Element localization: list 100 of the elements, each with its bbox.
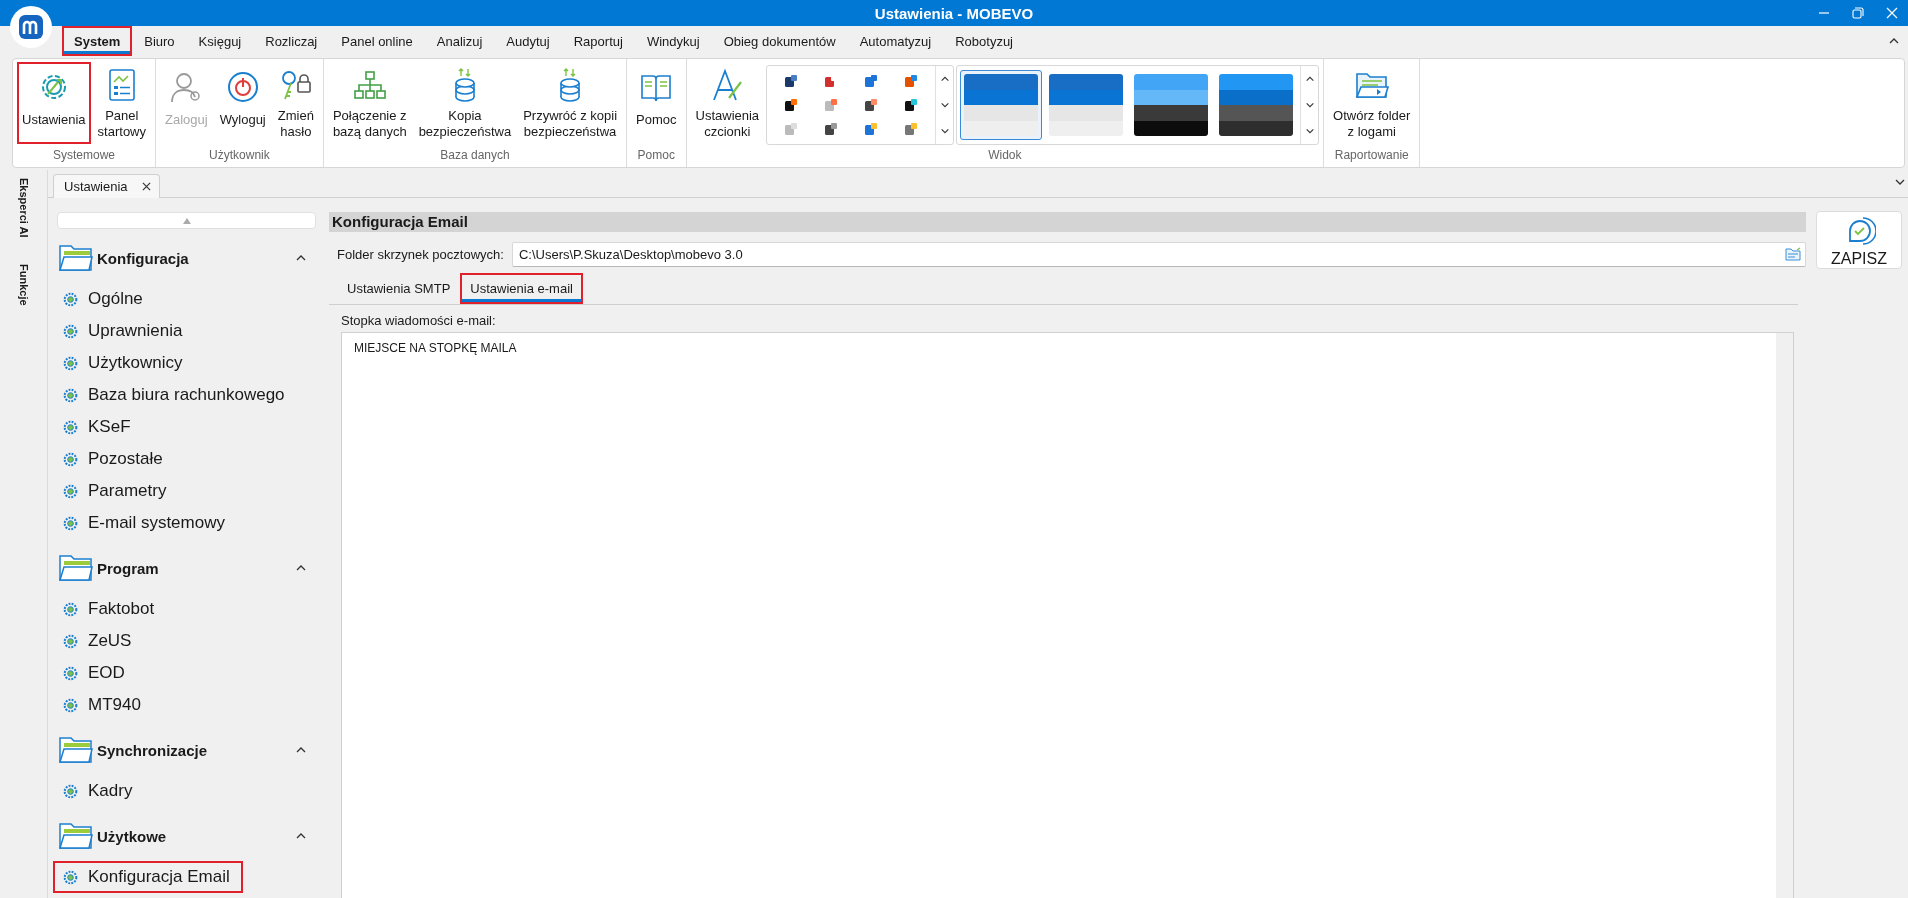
field-label: Stopka wiadomości e-mail: bbox=[341, 313, 497, 328]
section-header: Konfiguracja Email bbox=[329, 212, 1806, 232]
nav-item[interactable]: ZeUS bbox=[53, 625, 319, 657]
style-icon[interactable] bbox=[904, 98, 919, 112]
side-tab[interactable]: Eksperci AI bbox=[17, 178, 30, 238]
folder-icon bbox=[59, 244, 93, 272]
theme-swatch[interactable] bbox=[960, 70, 1043, 140]
group-caption: Użytkownik bbox=[208, 147, 271, 164]
nav-item[interactable]: Konfiguracja Email bbox=[53, 861, 243, 893]
style-icon[interactable] bbox=[824, 122, 839, 136]
scroll-up-icon[interactable] bbox=[939, 74, 950, 84]
nav-group-header[interactable]: Konfiguracja bbox=[53, 233, 319, 283]
group-caption: Widok bbox=[987, 147, 1023, 164]
user-icon bbox=[170, 70, 203, 104]
menu-tab[interactable]: Księguj bbox=[186, 26, 254, 56]
side-tab[interactable]: Funkcje bbox=[17, 263, 30, 306]
menu-tab[interactable]: Rozliczaj bbox=[253, 26, 330, 56]
gear-icon bbox=[63, 323, 78, 339]
nav-item[interactable]: Faktobot bbox=[53, 593, 319, 625]
nav-item[interactable]: Uprawnienia bbox=[53, 315, 319, 347]
ribbon-button[interactable]: Kopia bezpieczeństwa bbox=[413, 62, 517, 144]
nav-item[interactable]: EOD bbox=[53, 657, 319, 689]
dashboard-icon bbox=[106, 68, 137, 102]
gear-icon bbox=[63, 483, 78, 499]
folder-field[interactable]: C:\Users\P.Skuza\Desktop\mobevo 3.0 bbox=[511, 242, 1806, 267]
document-tab[interactable]: Ustawienia bbox=[53, 174, 160, 198]
settings-tab[interactable]: Ustawienia SMTP bbox=[337, 273, 461, 304]
menu-tab[interactable]: Obieg dokumentów bbox=[711, 26, 848, 56]
nav-group-header[interactable]: Program bbox=[53, 543, 319, 593]
scroll-up-icon[interactable] bbox=[1304, 74, 1315, 84]
app-logo-icon bbox=[10, 6, 52, 48]
menu-tab[interactable]: System bbox=[62, 26, 133, 56]
ribbon-button[interactable]: Ustawienia bbox=[17, 62, 91, 144]
field-label: Folder skrzynek pocztowych: bbox=[337, 247, 504, 262]
nav-group-header[interactable]: Użytkowe bbox=[53, 811, 319, 861]
nav-item[interactable]: KSeF bbox=[53, 411, 319, 443]
ribbon-button[interactable]: Otwórz folder z logami bbox=[1328, 62, 1416, 144]
footer-field[interactable]: MIEJSCE NA STOPKĘ MAILA bbox=[341, 332, 1794, 898]
power-icon bbox=[225, 70, 260, 104]
close-icon[interactable] bbox=[141, 182, 151, 191]
ribbon-button[interactable]: Wyloguj bbox=[214, 62, 271, 144]
gear-icon bbox=[63, 869, 78, 885]
settings-tab[interactable]: Ustawienia e-mail bbox=[460, 273, 583, 304]
style-icon[interactable] bbox=[864, 98, 879, 112]
gear-icon bbox=[63, 601, 78, 617]
gear-icon bbox=[63, 783, 78, 799]
menu-tab[interactable]: Windykuj bbox=[634, 26, 712, 56]
gear-icon bbox=[63, 515, 78, 531]
folder-icon bbox=[1354, 70, 1389, 100]
menu-tab[interactable]: Biuro bbox=[132, 26, 187, 56]
nav-group-header[interactable]: Synchronizacje bbox=[53, 725, 319, 775]
nav-item[interactable]: E-mail systemowy bbox=[53, 507, 319, 539]
nav-item[interactable]: Użytkownicy bbox=[53, 347, 319, 379]
ribbon-button[interactable]: Ustawienia czcionki bbox=[690, 62, 765, 144]
style-icon[interactable] bbox=[784, 98, 799, 112]
gear-icon bbox=[63, 451, 78, 467]
menu-tab[interactable]: Panel online bbox=[329, 26, 425, 56]
ribbon-button[interactable]: Zmień hasło bbox=[272, 62, 319, 144]
gear-icon bbox=[63, 387, 78, 403]
menu-tab[interactable]: Analizuj bbox=[424, 26, 495, 56]
key-lock-icon bbox=[279, 68, 312, 102]
nav-item[interactable]: Pozostałe bbox=[53, 443, 319, 475]
ribbon-button[interactable]: Panel startowy bbox=[92, 62, 151, 144]
pen-letter-icon bbox=[710, 68, 745, 102]
nav-item[interactable]: Ogólne bbox=[53, 283, 319, 315]
restore-icon[interactable] bbox=[1852, 7, 1864, 19]
gear-icon bbox=[63, 419, 78, 435]
folder-icon bbox=[59, 822, 93, 850]
folder-browse-icon[interactable] bbox=[1785, 247, 1801, 261]
style-icon[interactable] bbox=[784, 74, 799, 88]
expand-icon[interactable] bbox=[939, 126, 950, 136]
folder-icon bbox=[59, 736, 93, 764]
menu-tab[interactable]: Automatyzuj bbox=[847, 26, 944, 56]
scroll-down-icon[interactable] bbox=[1304, 100, 1315, 110]
window-title: Ustawienia - MOBEVO bbox=[874, 4, 1034, 22]
group-caption: Systemowe bbox=[52, 147, 116, 164]
expand-icon[interactable] bbox=[1304, 126, 1315, 136]
menu-tab[interactable]: Raportuj bbox=[561, 26, 635, 56]
nav-item[interactable]: MT940 bbox=[53, 689, 319, 721]
gear-icon bbox=[63, 697, 78, 713]
triangle-up-icon bbox=[182, 217, 191, 224]
group-caption: Baza danych bbox=[439, 147, 511, 164]
ribbon-button[interactable]: Pomoc bbox=[631, 62, 682, 144]
gear-icon bbox=[63, 291, 78, 307]
ribbon-button[interactable]: Połączenie z bazą danych bbox=[327, 62, 412, 144]
gear-icon bbox=[63, 665, 78, 681]
menu-tab[interactable]: Audytuj bbox=[494, 26, 562, 56]
save-button[interactable]: ZAPISZ bbox=[1816, 211, 1902, 269]
network-icon bbox=[352, 70, 387, 100]
group-caption: Raportowanie bbox=[1333, 147, 1410, 164]
nav-item[interactable]: Kadry bbox=[53, 775, 319, 807]
nav-item[interactable]: Parametry bbox=[53, 475, 319, 507]
folder-icon bbox=[59, 554, 93, 582]
gear-icon bbox=[63, 633, 78, 649]
menu-tab[interactable]: Robotyzuj bbox=[943, 26, 1025, 56]
group-caption: Pomoc bbox=[636, 147, 676, 164]
scroll-down-icon[interactable] bbox=[939, 100, 950, 110]
nav-item[interactable]: Baza biura rachunkowego bbox=[53, 379, 319, 411]
ribbon-button[interactable]: Przywróć z kopii bezpieczeństwa bbox=[518, 62, 623, 144]
gear-icon bbox=[63, 355, 78, 371]
